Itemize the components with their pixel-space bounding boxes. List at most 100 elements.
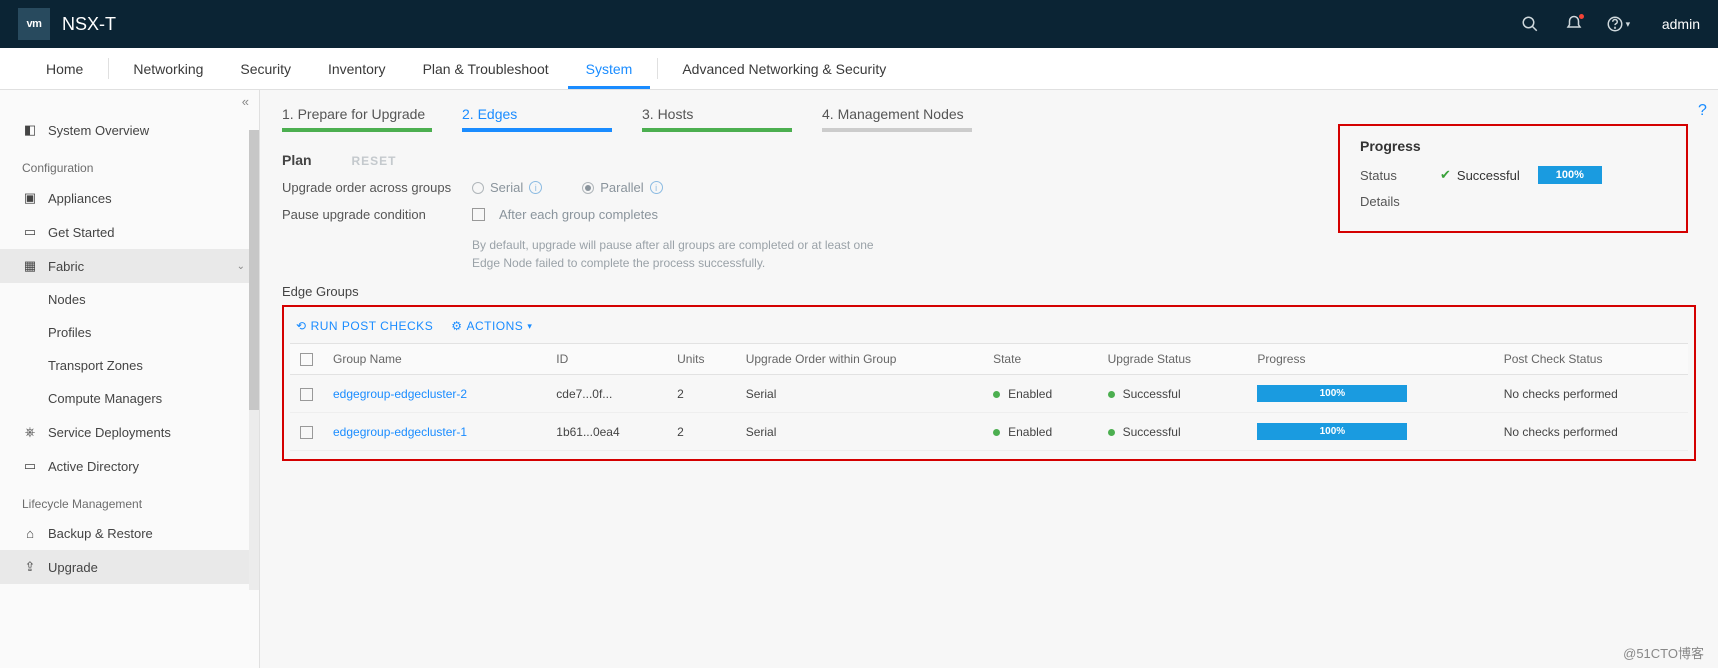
groups-box: ⟲ RUN POST CHECKS ⚙ ACTIONS ▾ Group Name…	[282, 305, 1696, 461]
sidebar-scrollbar[interactable]	[249, 130, 259, 590]
tab-home[interactable]: Home	[28, 48, 102, 89]
sidebar-item-service[interactable]: ⎈ Service Deployments	[0, 415, 259, 449]
sidebar-label: System Overview	[48, 123, 149, 138]
cell-ustatus: Successful	[1098, 413, 1248, 451]
main-nav: Home Networking Security Inventory Plan …	[0, 48, 1718, 90]
brand-logo: vm	[18, 8, 50, 40]
cell-post: No checks performed	[1494, 375, 1688, 413]
user-menu[interactable]: admin	[1662, 16, 1700, 32]
sidebar-item-getstarted[interactable]: ▭ Get Started	[0, 215, 259, 249]
row-checkbox[interactable]	[300, 388, 313, 401]
info-icon[interactable]: i	[650, 181, 663, 194]
radio-label: Serial	[490, 180, 523, 195]
sidebar-item-fabric[interactable]: ▦ Fabric ⌄	[0, 249, 259, 283]
status-dot-icon	[993, 429, 1000, 436]
deploy-icon: ⎈	[22, 424, 38, 440]
group-link[interactable]: edgegroup-edgecluster-1	[333, 425, 467, 439]
sidebar-label: Profiles	[48, 325, 91, 340]
alert-badge	[1579, 14, 1584, 19]
search-icon[interactable]	[1510, 4, 1550, 44]
cell-units: 2	[667, 413, 736, 451]
chevron-down-icon: ⌄	[237, 261, 245, 272]
col-ustatus[interactable]: Upgrade Status	[1098, 344, 1248, 375]
button-label: RUN POST CHECKS	[311, 319, 434, 333]
cell-units: 2	[667, 375, 736, 413]
step-management[interactable]: 4. Management Nodes	[822, 106, 972, 132]
col-progress[interactable]: Progress	[1247, 344, 1493, 375]
collapse-sidebar-icon[interactable]: «	[0, 90, 259, 113]
status-dot-icon	[993, 391, 1000, 398]
checkbox-icon	[472, 208, 485, 221]
radio-label: Parallel	[600, 180, 643, 195]
info-icon[interactable]: i	[529, 181, 542, 194]
row-progress-bar: 100%	[1257, 385, 1407, 402]
pause-label: Pause upgrade condition	[282, 207, 472, 272]
groups-table: Group Name ID Units Upgrade Order within…	[290, 343, 1688, 451]
status-value: Successful	[1457, 168, 1520, 183]
table-row[interactable]: edgegroup-edgecluster-11b61...0ea42Seria…	[290, 413, 1688, 451]
sidebar-item-overview[interactable]: ◧ System Overview	[0, 113, 259, 147]
cell-order: Serial	[736, 375, 983, 413]
sidebar-label: Backup & Restore	[48, 526, 153, 541]
tab-plan[interactable]: Plan & Troubleshoot	[405, 48, 568, 89]
sidebar-label: Active Directory	[48, 459, 139, 474]
sidebar-label: Nodes	[48, 292, 86, 307]
row-checkbox[interactable]	[300, 426, 313, 439]
cell-id: 1b61...0ea4	[546, 413, 667, 451]
actions-button[interactable]: ⚙ ACTIONS ▾	[451, 319, 532, 333]
col-state[interactable]: State	[983, 344, 1098, 375]
tab-networking[interactable]: Networking	[115, 48, 222, 89]
sidebar-item-backup[interactable]: ⌂ Backup & Restore	[0, 517, 259, 550]
backup-icon: ⌂	[22, 526, 38, 541]
reset-button[interactable]: RESET	[351, 154, 396, 168]
checkbox-label: After each group completes	[499, 207, 658, 222]
plan-title: Plan	[282, 152, 312, 168]
watermark: @51CTO博客	[1623, 643, 1704, 662]
col-name[interactable]: Group Name	[323, 344, 546, 375]
sidebar-label: Get Started	[48, 225, 114, 240]
tab-advanced[interactable]: Advanced Networking & Security	[664, 48, 905, 89]
cell-ustatus: Successful	[1098, 375, 1248, 413]
top-bar: vm NSX-T ▾ admin	[0, 0, 1718, 48]
groups-title: Edge Groups	[282, 284, 1696, 299]
table-row[interactable]: edgegroup-edgecluster-2cde7...0f...2Seri…	[290, 375, 1688, 413]
sidebar-heading-config: Configuration	[0, 147, 259, 181]
details-label: Details	[1360, 194, 1440, 209]
col-units[interactable]: Units	[667, 344, 736, 375]
step-edges[interactable]: 2. Edges	[462, 106, 612, 132]
order-label: Upgrade order across groups	[282, 180, 472, 195]
radio-serial[interactable]: Serial i	[472, 180, 542, 195]
col-order[interactable]: Upgrade Order within Group	[736, 344, 983, 375]
tab-security[interactable]: Security	[222, 48, 310, 89]
group-link[interactable]: edgegroup-edgecluster-2	[333, 387, 467, 401]
alerts-icon[interactable]	[1554, 4, 1594, 44]
cell-progress: 100%	[1247, 375, 1493, 413]
sidebar-label: Transport Zones	[48, 358, 143, 373]
select-all-checkbox[interactable]	[300, 353, 313, 366]
help-icon[interactable]: ▾	[1598, 4, 1638, 44]
sidebar-item-appliances[interactable]: ▣ Appliances	[0, 181, 259, 215]
screen-icon: ▭	[22, 224, 38, 240]
context-help-icon[interactable]: ?	[1698, 102, 1718, 122]
step-prepare[interactable]: 1. Prepare for Upgrade	[282, 106, 432, 132]
tab-system[interactable]: System	[568, 48, 652, 89]
sidebar-item-nodes[interactable]: Nodes	[0, 283, 259, 316]
sidebar-item-compute[interactable]: Compute Managers	[0, 382, 259, 415]
radio-parallel[interactable]: Parallel i	[582, 180, 662, 195]
refresh-icon: ⟲	[296, 319, 307, 333]
radio-icon	[472, 182, 484, 194]
col-post[interactable]: Post Check Status	[1494, 344, 1688, 375]
tab-inventory[interactable]: Inventory	[310, 48, 405, 89]
sidebar-label: Service Deployments	[48, 425, 171, 440]
sidebar-item-ad[interactable]: ▭ Active Directory	[0, 449, 259, 483]
run-post-checks-button[interactable]: ⟲ RUN POST CHECKS	[296, 319, 433, 333]
progress-title: Progress	[1360, 138, 1666, 154]
sidebar-heading-lifecycle: Lifecycle Management	[0, 483, 259, 517]
fabric-icon: ▦	[22, 258, 38, 274]
cell-state: Enabled	[983, 375, 1098, 413]
step-hosts[interactable]: 3. Hosts	[642, 106, 792, 132]
sidebar-item-upgrade[interactable]: ⇪ Upgrade	[0, 550, 259, 584]
sidebar-item-profiles[interactable]: Profiles	[0, 316, 259, 349]
sidebar-item-tzones[interactable]: Transport Zones	[0, 349, 259, 382]
col-id[interactable]: ID	[546, 344, 667, 375]
